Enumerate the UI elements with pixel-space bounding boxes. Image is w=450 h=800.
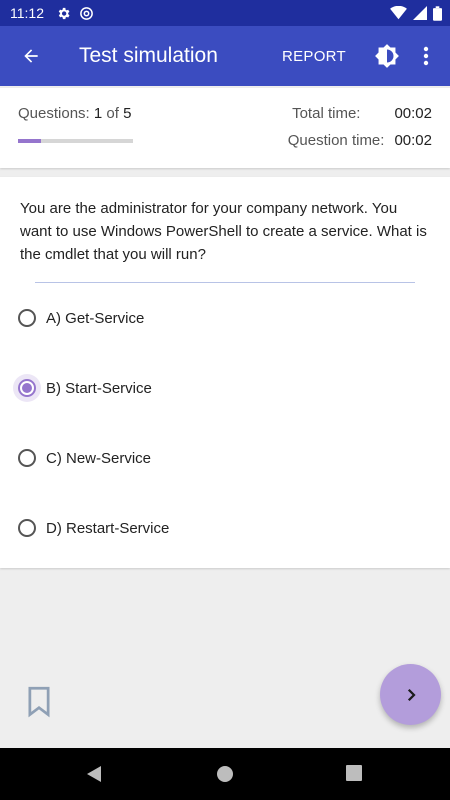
screen: 11:12 Test simulation REPORT Questions: … [0,0,450,800]
square-recents-icon [346,765,362,781]
question-time: Question time: 00:02 [287,132,432,149]
brightness-icon [375,44,399,68]
battery-icon [433,5,442,21]
total-time: Total time: 00:02 [292,105,432,122]
radio-button[interactable] [18,449,36,467]
triangle-back-icon [87,766,101,782]
option-label: D) Restart-Service [46,519,170,537]
next-question-button[interactable] [380,664,441,725]
question-card: You are the administrator for your compa… [0,177,450,568]
question-progress-fill [18,139,41,143]
radio-button[interactable] [18,309,36,327]
back-button[interactable] [16,41,46,71]
signal-icon [413,6,427,20]
nav-recents-button[interactable] [346,765,362,781]
nav-back-button[interactable] [85,765,103,783]
option-label: C) New-Service [46,449,152,467]
status-bar: 11:12 [0,0,450,26]
question-progress-bar [18,139,133,143]
radio-button-selected[interactable] [18,379,36,397]
more-vert-icon [423,46,429,66]
status-time: 11:12 [10,5,44,21]
option-c[interactable]: C) New-Service [18,443,418,473]
report-button[interactable]: REPORT [278,42,350,71]
question-text: You are the administrator for your compa… [20,200,427,263]
circle-home-icon [217,766,233,782]
settings-gear-icon [58,7,70,19]
nav-home-button[interactable] [216,765,234,783]
wifi-icon [390,6,407,20]
option-a[interactable]: A) Get-Service [18,303,418,333]
option-d[interactable]: D) Restart-Service [18,513,418,543]
option-label: B) Start-Service [46,379,152,397]
arrow-back-icon [24,49,38,63]
app-bar: Test simulation REPORT [0,26,450,86]
page-title: Test simulation [79,44,218,67]
question-counter: Questions: 1 of 5 [18,105,132,122]
progress-info-card: Questions: 1 of 5 Total time: 00:02 Ques… [0,88,450,168]
theme-toggle-button[interactable] [372,41,402,71]
option-b[interactable]: B) Start-Service [18,373,418,403]
system-nav-bar [0,748,450,800]
at-sign-icon [80,6,93,20]
option-label: A) Get-Service [46,309,145,327]
bookmark-button[interactable] [25,686,53,718]
divider [35,282,415,283]
chevron-right-icon [407,688,416,701]
bookmark-outline-icon [28,686,50,718]
more-options-button[interactable] [414,41,438,71]
radio-button[interactable] [18,519,36,537]
